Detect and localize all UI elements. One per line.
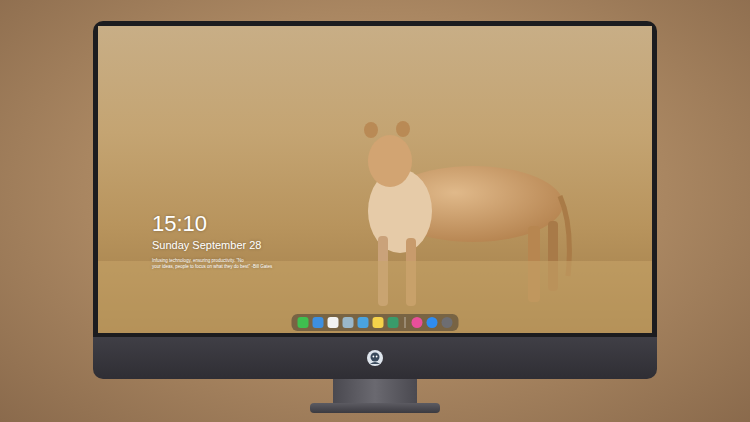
dock-app-icon[interactable] (328, 317, 339, 328)
dock-separator (405, 317, 406, 328)
dock-app-icon[interactable] (412, 317, 423, 328)
monitor-base (310, 403, 440, 413)
clock-date: Sunday September 28 (152, 238, 272, 252)
dock-app-icon[interactable] (298, 317, 309, 328)
dock-app-icon[interactable] (427, 317, 438, 328)
monitor-neck (333, 379, 417, 403)
dock-app-icon[interactable] (343, 317, 354, 328)
monitor-chin (93, 337, 657, 379)
dock-app-icon[interactable] (313, 317, 324, 328)
dock (292, 314, 459, 331)
dock-app-icon[interactable] (373, 317, 384, 328)
lock-screen[interactable]: 15:10Sunday September 28 Infusing technol… (98, 26, 652, 333)
monitor-bezel: 15:10Sunday September 28 Infusing technol… (93, 21, 657, 337)
monitor: 15:10Sunday September 28 Infusing technol… (93, 21, 657, 413)
dock-app-icon[interactable] (388, 317, 399, 328)
dock-app-icon[interactable] (358, 317, 369, 328)
caption-line: Infusing technology, ensuring productivi… (152, 258, 272, 264)
brand-logo-icon (366, 349, 384, 367)
clock-time: 15:10 (152, 211, 272, 237)
lioness-photo (98, 26, 652, 333)
wallpaper-caption: Infusing technology, ensuring productivi… (152, 258, 272, 270)
desktop-backdrop: 15:10Sunday September 28 Infusing technol… (0, 0, 750, 422)
dock-app-icon[interactable] (442, 317, 453, 328)
lock-clock: 15:10Sunday September 28 Infusing technol… (152, 211, 272, 270)
caption-line: your ideas, people to focus on what they… (152, 264, 272, 270)
